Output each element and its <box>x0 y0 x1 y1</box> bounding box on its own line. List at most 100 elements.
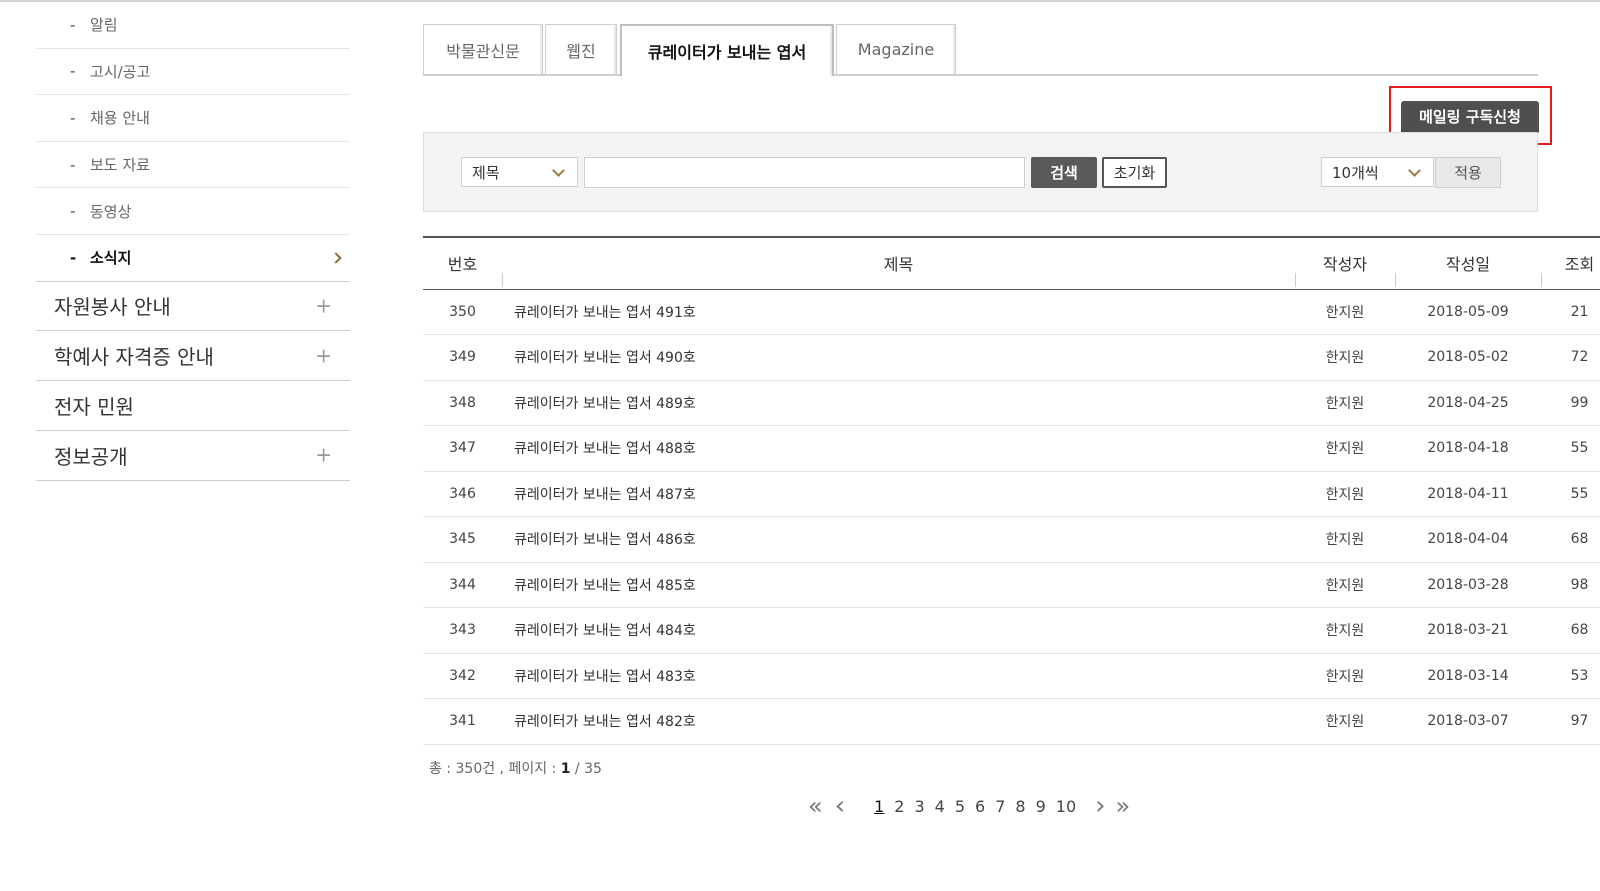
table-row[interactable]: 347 큐레이터가 보내는 엽서 488호 한지원 2018-04-18 55 <box>423 426 1600 472</box>
column-header-no: 번호 <box>423 236 502 290</box>
cell-title-link[interactable]: 큐레이터가 보내는 엽서 483호 <box>502 653 1295 699</box>
last-page-icon[interactable]: » <box>1116 792 1131 820</box>
dash-marker: - <box>70 202 76 221</box>
prev-page-icon[interactable]: ‹ <box>835 791 845 821</box>
column-separator <box>1395 272 1396 287</box>
cell-title-link[interactable]: 큐레이터가 보내는 엽서 490호 <box>502 335 1295 381</box>
page-link-6[interactable]: 6 <box>975 797 985 816</box>
column-header-title: 제목 <box>502 236 1295 290</box>
cell-author: 한지원 <box>1325 304 1365 321</box>
total-count: 350건 <box>455 761 496 777</box>
tab-museum-newspaper[interactable]: 박물관신문 <box>423 24 543 74</box>
cell-views: 53 <box>1570 667 1589 684</box>
cell-date: 2018-03-14 <box>1427 667 1509 684</box>
page-link-1[interactable]: 1 <box>874 797 884 816</box>
page-link-8[interactable]: 8 <box>1015 797 1025 816</box>
sidebar-item-info-disclosure[interactable]: 정보공개 + <box>36 431 350 481</box>
cell-no: 342 <box>449 667 476 684</box>
cell-views: 68 <box>1570 622 1589 639</box>
table-row[interactable]: 350 큐레이터가 보내는 엽서 491호 한지원 2018-05-09 21 <box>423 289 1600 335</box>
tab-curator-postcard[interactable]: 큐레이터가 보내는 엽서 <box>620 24 834 76</box>
cell-author: 한지원 <box>1325 623 1365 640</box>
cell-date: 2018-03-07 <box>1427 713 1509 730</box>
table-row[interactable]: 343 큐레이터가 보내는 엽서 484호 한지원 2018-03-21 68 <box>423 608 1600 654</box>
page-prefix: , 페이지 : <box>495 761 561 777</box>
sidebar-item-e-petition[interactable]: 전자 민원 <box>36 381 350 431</box>
cell-views: 55 <box>1570 440 1589 457</box>
header-label: 작성일 <box>1445 255 1491 275</box>
cell-date: 2018-04-04 <box>1427 531 1509 548</box>
apply-button[interactable]: 적용 <box>1435 157 1501 188</box>
cell-no: 346 <box>449 485 476 502</box>
sidebar-item-curator-license[interactable]: 학예사 자격증 안내 + <box>36 331 350 382</box>
cell-author: 한지원 <box>1325 668 1365 685</box>
pagination: « ‹ 1 2 3 4 5 6 7 8 9 10 › » <box>808 791 1130 821</box>
page-link-10[interactable]: 10 <box>1056 797 1076 816</box>
sidebar-item-volunteer[interactable]: 자원봉사 안내 + <box>36 282 350 332</box>
cell-title-link[interactable]: 큐레이터가 보내는 엽서 488호 <box>502 426 1295 472</box>
search-button[interactable]: 검색 <box>1031 157 1097 188</box>
chevron-down-icon <box>1408 164 1421 177</box>
sidebar-item-label: 고시/공고 <box>90 62 151 81</box>
page-link-5[interactable]: 5 <box>955 797 965 816</box>
cell-date: 2018-03-28 <box>1427 576 1509 593</box>
cell-title-link[interactable]: 큐레이터가 보내는 엽서 484호 <box>502 608 1295 654</box>
sidebar-item-label: 학예사 자격증 안내 <box>54 345 214 370</box>
chevron-down-icon <box>552 164 565 177</box>
table-row[interactable]: 342 큐레이터가 보내는 엽서 483호 한지원 2018-03-14 53 <box>423 653 1600 699</box>
per-page-select[interactable]: 10개씩 <box>1321 157 1434 187</box>
sidebar-item-recruitment[interactable]: - 채용 안내 <box>36 95 350 142</box>
cell-date: 2018-05-02 <box>1427 349 1509 366</box>
table-row[interactable]: 341 큐레이터가 보내는 엽서 482호 한지원 2018-03-07 97 <box>423 699 1600 745</box>
sidebar-item-newsletter[interactable]: - 소식지 <box>36 235 350 282</box>
cell-date: 2018-03-21 <box>1427 622 1509 639</box>
plus-icon[interactable]: + <box>315 293 332 317</box>
cell-views: 55 <box>1570 485 1589 502</box>
table-row[interactable]: 344 큐레이터가 보내는 엽서 485호 한지원 2018-03-28 98 <box>423 562 1600 608</box>
chevron-right-icon <box>330 252 342 264</box>
cell-title-link[interactable]: 큐레이터가 보내는 엽서 489호 <box>502 380 1295 426</box>
search-field-select[interactable]: 제목 <box>461 157 578 187</box>
search-input[interactable] <box>584 157 1025 188</box>
tab-webzine[interactable]: 웹진 <box>545 24 617 74</box>
first-page-icon[interactable]: « <box>808 792 823 820</box>
page-link-4[interactable]: 4 <box>935 797 945 816</box>
page-link-7[interactable]: 7 <box>995 797 1005 816</box>
cell-author: 한지원 <box>1325 714 1365 731</box>
page-link-9[interactable]: 9 <box>1036 797 1046 816</box>
cell-author: 한지원 <box>1325 441 1365 458</box>
next-page-icon[interactable]: › <box>1095 791 1105 821</box>
mailing-subscribe-button[interactable]: 메일링 구독신청 <box>1401 101 1539 132</box>
list-summary: 총 : 350건 , 페이지 : 1 / 35 <box>429 758 602 778</box>
dash-marker: - <box>70 15 76 34</box>
tab-magazine[interactable]: Magazine <box>836 24 956 74</box>
cell-views: 99 <box>1570 394 1589 411</box>
column-separator <box>1541 272 1542 287</box>
cell-title-link[interactable]: 큐레이터가 보내는 엽서 487호 <box>502 471 1295 517</box>
header-label: 제목 <box>883 255 914 275</box>
cell-no: 348 <box>449 394 476 411</box>
plus-icon[interactable]: + <box>315 343 332 367</box>
cell-title-link[interactable]: 큐레이터가 보내는 엽서 482호 <box>502 699 1295 745</box>
sidebar-main-menu: 자원봉사 안내 + 학예사 자격증 안내 + 전자 민원 정보공개 + <box>36 282 350 481</box>
cell-title-link[interactable]: 큐레이터가 보내는 엽서 485호 <box>502 562 1295 608</box>
plus-icon[interactable]: + <box>315 443 332 467</box>
sidebar-item-video[interactable]: - 동영상 <box>36 188 350 235</box>
cell-author: 한지원 <box>1325 532 1365 549</box>
sidebar-item-notice[interactable]: - 알림 <box>36 2 350 49</box>
cell-title-link[interactable]: 큐레이터가 보내는 엽서 486호 <box>502 517 1295 563</box>
table-row[interactable]: 349 큐레이터가 보내는 엽서 490호 한지원 2018-05-02 72 <box>423 335 1600 381</box>
cell-date: 2018-05-09 <box>1427 303 1509 320</box>
table-row[interactable]: 346 큐레이터가 보내는 엽서 487호 한지원 2018-04-11 55 <box>423 471 1600 517</box>
cell-title-link[interactable]: 큐레이터가 보내는 엽서 491호 <box>502 289 1295 335</box>
page-link-3[interactable]: 3 <box>914 797 924 816</box>
sidebar-item-announcement[interactable]: - 고시/공고 <box>36 49 350 96</box>
sidebar-item-press[interactable]: - 보도 자료 <box>36 142 350 189</box>
cell-views: 72 <box>1570 349 1589 366</box>
reset-button[interactable]: 초기화 <box>1102 157 1167 188</box>
table-row[interactable]: 348 큐레이터가 보내는 엽서 489호 한지원 2018-04-25 99 <box>423 380 1600 426</box>
page-link-2[interactable]: 2 <box>894 797 904 816</box>
category-tabs: 박물관신문 웹진 큐레이터가 보내는 엽서 Magazine <box>423 24 1538 76</box>
table-row[interactable]: 345 큐레이터가 보내는 엽서 486호 한지원 2018-04-04 68 <box>423 517 1600 563</box>
cell-date: 2018-04-25 <box>1427 394 1509 411</box>
